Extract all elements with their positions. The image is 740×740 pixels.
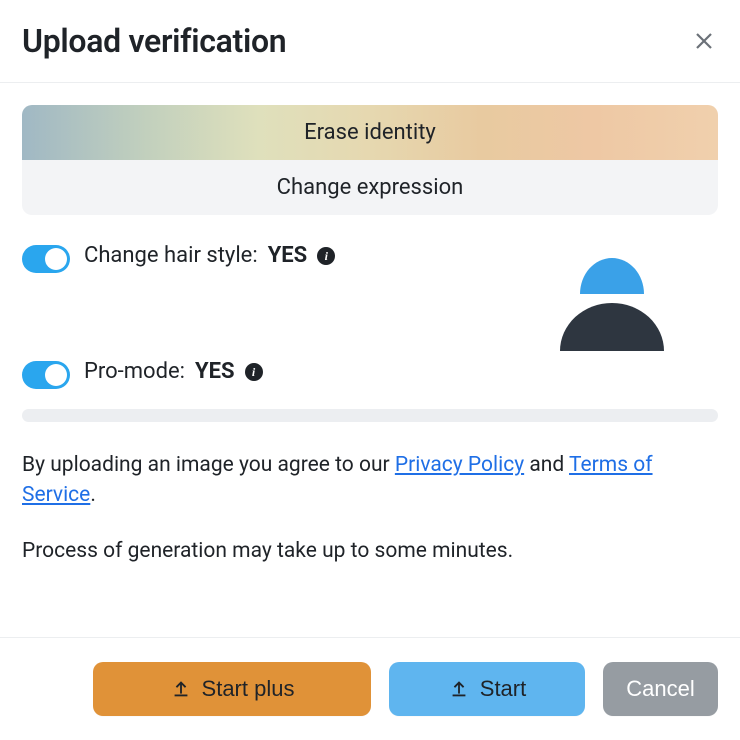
option-change-hair: Change hair style: YES i — [22, 243, 718, 273]
tab-label: Erase identity — [304, 120, 436, 145]
toggle-pro-mode[interactable] — [22, 361, 70, 389]
button-label: Start plus — [202, 676, 295, 702]
legal-mid: and — [524, 453, 569, 477]
upload-icon — [448, 678, 470, 700]
option-value: YES — [268, 243, 308, 268]
button-label: Start — [480, 676, 526, 702]
tab-change-expression[interactable]: Change expression — [22, 160, 718, 215]
tab-erase-identity[interactable]: Erase identity — [22, 105, 718, 160]
legal-prefix: By uploading an image you agree to our — [22, 453, 395, 477]
option-label: Change hair style: YES i — [84, 243, 335, 268]
mode-tabs: Erase identity Change expression — [22, 105, 718, 215]
privacy-policy-link[interactable]: Privacy Policy — [395, 453, 524, 477]
option-value: YES — [195, 359, 235, 384]
progress-bar — [22, 409, 718, 422]
upload-verification-dialog: Upload verification Erase identity Chang… — [0, 0, 740, 740]
option-label-text: Pro-mode: — [84, 359, 185, 384]
cancel-button[interactable]: Cancel — [603, 662, 718, 716]
legal-text: By uploading an image you agree to our P… — [22, 450, 718, 511]
info-icon[interactable]: i — [317, 247, 335, 265]
dialog-footer: Start plus Start Cancel — [0, 637, 740, 740]
start-button[interactable]: Start — [389, 662, 585, 716]
info-icon[interactable]: i — [245, 363, 263, 381]
avatar-preview — [552, 231, 672, 355]
tab-label: Change expression — [277, 175, 464, 200]
toggle-change-hair[interactable] — [22, 245, 70, 273]
upload-icon — [170, 678, 192, 700]
button-label: Cancel — [626, 676, 694, 702]
dialog-title: Upload verification — [22, 22, 286, 60]
start-plus-button[interactable]: Start plus — [93, 662, 371, 716]
avatar-icon — [552, 231, 672, 351]
dialog-header: Upload verification — [0, 0, 740, 83]
toggle-knob — [45, 248, 67, 270]
close-icon — [692, 29, 716, 53]
option-pro-mode: Pro-mode: YES i — [22, 359, 718, 389]
close-button[interactable] — [690, 27, 718, 55]
option-label: Pro-mode: YES i — [84, 359, 263, 384]
toggle-knob — [45, 364, 67, 386]
option-label-text: Change hair style: — [84, 243, 258, 268]
generation-note: Process of generation may take up to som… — [22, 539, 718, 563]
legal-suffix: . — [90, 483, 96, 507]
dialog-body: Erase identity Change expression Change … — [0, 83, 740, 637]
